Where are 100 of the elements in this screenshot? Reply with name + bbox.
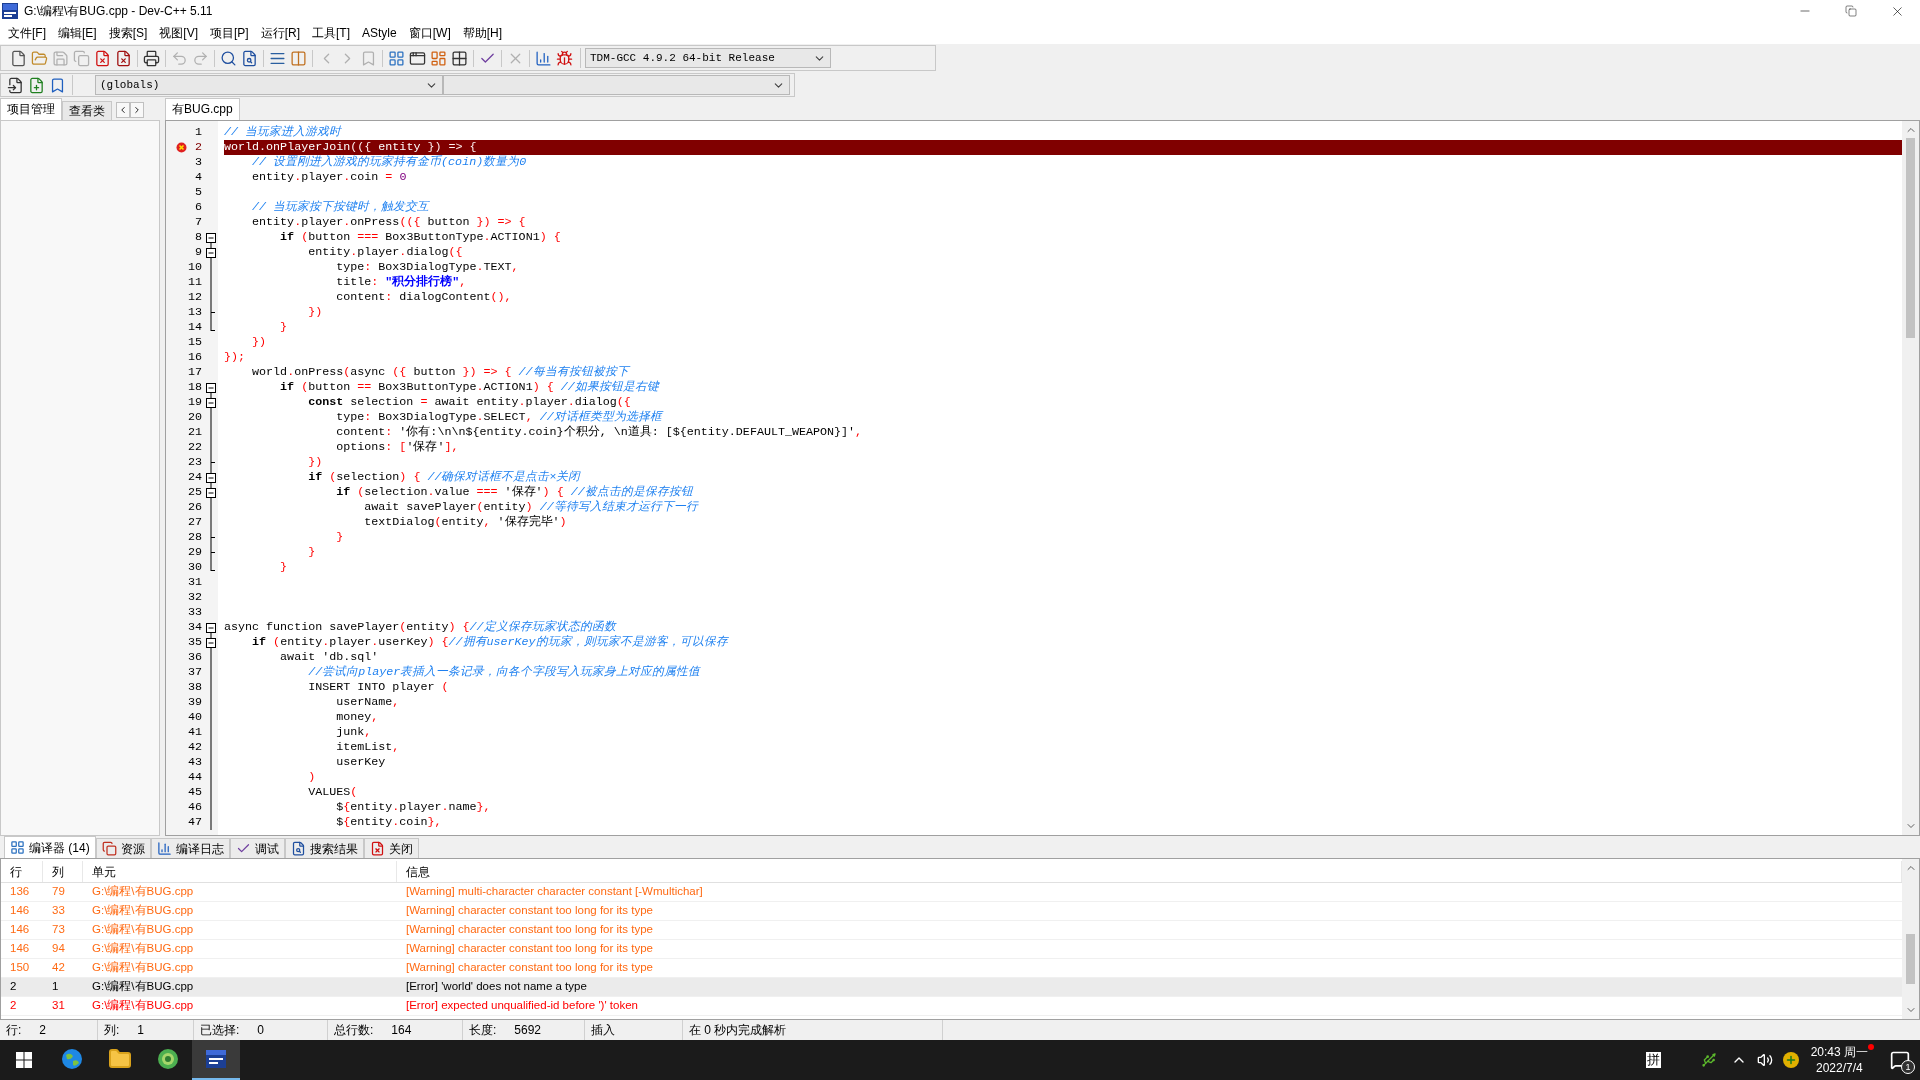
menu-item[interactable]: 窗口[W]: [402, 23, 457, 43]
speaker-icon[interactable]: [1756, 1052, 1773, 1068]
status-value: 2: [39, 1022, 47, 1039]
code-line: ${entity.player.name},: [335, 800, 492, 815]
file-x-icon[interactable]: [94, 49, 111, 67]
code-line: if (entity.player.userKey) {//拥有userKey的玩家，则玩家不是游客，可以保存: [251, 635, 730, 650]
file-icon[interactable]: [10, 49, 27, 67]
status-label: 在 0 秒内完成解析: [689, 1022, 787, 1039]
code-line: async function savePlayer(entity) {//定义保存玩家状态的函数: [224, 620, 618, 635]
taskbar-time[interactable]: 20:43 周一: [1810, 1044, 1868, 1060]
code-line: junk,: [335, 725, 373, 740]
output-tab[interactable]: 调试: [229, 838, 285, 858]
bookmark-icon[interactable]: [49, 76, 66, 94]
table-cell-text: [Warning] multi-character character constant [-Wmultichar]: [405, 884, 704, 900]
code-line: content: '你有:\n\n${entity.coin}个积分, \n道具: [${entity.DEFAULT_WEAPON}]',: [335, 425, 864, 440]
columns-icon[interactable]: [290, 49, 307, 67]
chart-icon[interactable]: [535, 49, 552, 67]
status-label: 行:: [6, 1022, 22, 1039]
menu-item[interactable]: 帮助[H]: [456, 23, 509, 43]
output-tab[interactable]: 编译器 (14): [4, 836, 96, 858]
file-plus-icon[interactable]: [28, 76, 45, 94]
collapse-icon[interactable]: [204, 395, 218, 410]
bug-icon[interactable]: [556, 49, 573, 67]
output-tab[interactable]: 搜索结果: [284, 838, 364, 858]
collapse-icon[interactable]: [204, 620, 218, 635]
panel-tab[interactable]: 查看类: [62, 101, 112, 120]
output-tab[interactable]: 编译日志: [150, 838, 230, 858]
line-number: 27: [187, 515, 202, 530]
line-number: 39: [187, 695, 202, 710]
collapse-icon[interactable]: [204, 635, 218, 650]
globe-icon[interactable]: [60, 1047, 84, 1071]
line-number: 4: [195, 170, 202, 185]
collapse-icon[interactable]: [204, 245, 218, 260]
table-cell-text: [Warning] character constant too long for its type: [405, 903, 654, 919]
table-cell-text: G:\编程\有BUG.cpp: [91, 884, 195, 900]
menu-item[interactable]: 视图[V]: [153, 23, 204, 43]
collapse-icon[interactable]: [204, 485, 218, 500]
panel-tab[interactable]: 项目管理: [0, 98, 62, 120]
output-tab[interactable]: 关闭: [363, 838, 419, 858]
code-line: }: [335, 530, 345, 545]
tiles-icon[interactable]: [451, 49, 468, 67]
menu-item[interactable]: 项目[P]: [204, 23, 255, 43]
collapse-icon[interactable]: [204, 380, 218, 395]
table-cell-text: [Warning] character constant too long for its type: [405, 960, 654, 976]
scroll-left-button[interactable]: [116, 102, 130, 118]
column-header[interactable]: 列: [43, 861, 83, 882]
restore-icon[interactable]: [1845, 5, 1857, 17]
menu-item[interactable]: 搜索[S]: [102, 23, 154, 43]
message-row[interactable]: 2 31 G:\编程\有BUG.cpp [Error] expected unqualified-id before ')' token: [1, 997, 1902, 1016]
table-cell-text: [Warning] character constant too long for its type: [405, 941, 654, 957]
status-value: 1: [137, 1022, 145, 1039]
output-tab[interactable]: 资源: [95, 838, 151, 858]
collapse-icon[interactable]: [204, 230, 218, 245]
collapse-icon[interactable]: [204, 470, 218, 485]
menu-item[interactable]: 文件[F]: [2, 23, 52, 43]
line-number: 20: [187, 410, 202, 425]
printer-icon[interactable]: [143, 49, 160, 67]
code-line: ): [307, 770, 317, 785]
dropdown-select[interactable]: (globals): [95, 75, 443, 95]
input-method-indicator[interactable]: 拼: [1645, 1052, 1661, 1068]
scrollbar-thumb[interactable]: [1906, 934, 1915, 984]
code-line: userKey: [335, 755, 387, 770]
menu-item[interactable]: 工具[T]: [306, 23, 357, 43]
ide-icon[interactable]: [204, 1047, 228, 1071]
code-line: type: Box3DialogType.TEXT,: [335, 260, 520, 275]
menu-item[interactable]: 编辑[E]: [52, 23, 103, 43]
menu-item[interactable]: AStyle: [356, 23, 403, 43]
windows-start-icon[interactable]: [16, 1052, 32, 1068]
file-search-icon[interactable]: [241, 49, 258, 67]
scroll-right-button[interactable]: [130, 102, 144, 118]
code-line: INSERT INTO player (: [307, 680, 450, 695]
window-icon[interactable]: [409, 49, 426, 67]
code-line: if (selection) { //确保对话框不是点击×关闭: [307, 470, 582, 485]
table-cell-text: 33: [51, 903, 66, 919]
status-label: 列:: [104, 1022, 120, 1039]
scrollbar-thumb[interactable]: [1906, 138, 1915, 338]
taskbar-date[interactable]: 2022/7/4: [1815, 1060, 1863, 1076]
scrollbar[interactable]: [1902, 859, 1919, 1019]
menu-item[interactable]: 运行[R]: [254, 23, 307, 43]
grid-icon[interactable]: [388, 49, 405, 67]
folder-icon[interactable]: [108, 1047, 132, 1071]
taskbar-app[interactable]: [192, 1040, 240, 1080]
shield-icon[interactable]: [156, 1047, 180, 1071]
file-input-icon[interactable]: [7, 76, 24, 94]
dropdown-select[interactable]: TDM-GCC 4.9.2 64-bit Release: [585, 48, 831, 68]
code-line: });: [224, 350, 247, 365]
scrollbar[interactable]: [1902, 121, 1919, 835]
line-number: 30: [187, 560, 202, 575]
line-number: 6: [195, 200, 202, 215]
file-x-icon[interactable]: [115, 49, 132, 67]
code-line: content: dialogContent(),: [335, 290, 513, 305]
table-cell-text: G:\编程\有BUG.cpp: [91, 998, 195, 1014]
line-number: 28: [187, 530, 202, 545]
usb-icon[interactable]: [1700, 1052, 1717, 1068]
file-tab[interactable]: 有BUG.cpp: [165, 98, 240, 120]
column-header[interactable]: 单元: [83, 861, 397, 882]
column-header[interactable]: 行: [1, 861, 43, 882]
search-icon[interactable]: [220, 49, 237, 67]
message-row[interactable]: 2 1 G:\编程\有BUG.cpp [Error] 'world' does not name a type: [1, 978, 1902, 997]
table-cell-text: [Error] 'world' does not name a type: [405, 979, 588, 995]
